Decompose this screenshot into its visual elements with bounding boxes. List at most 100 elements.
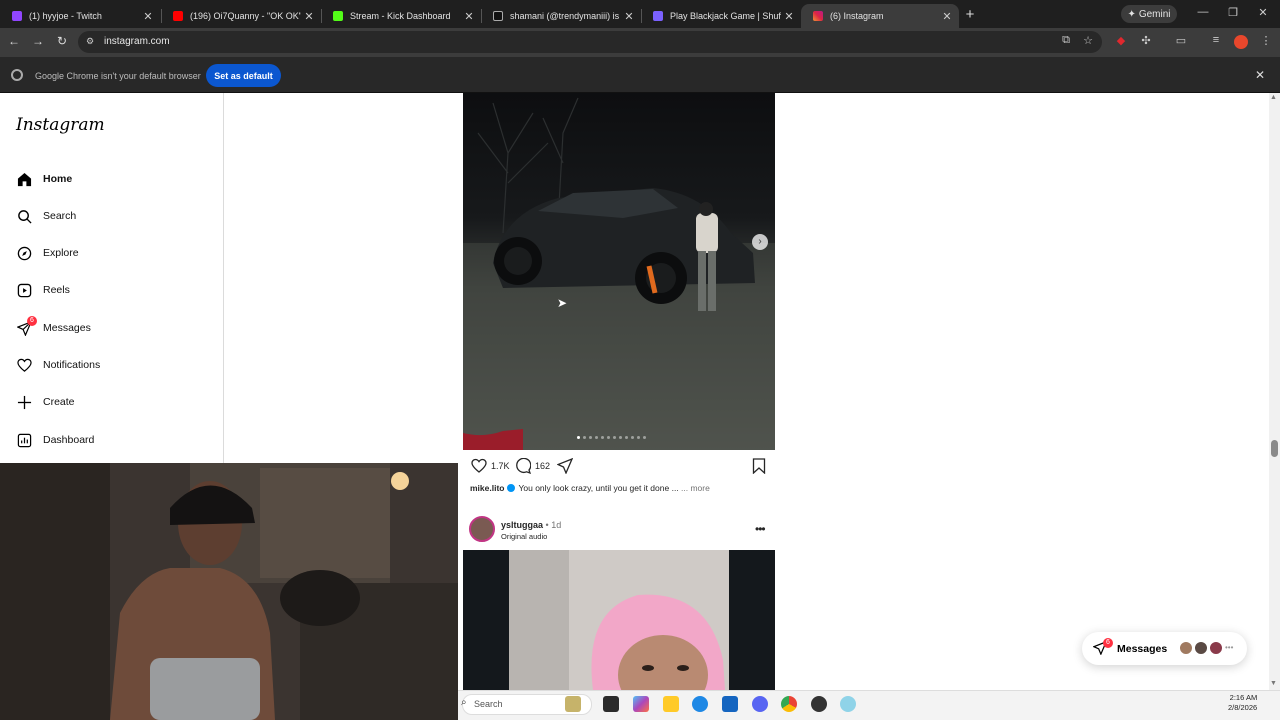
heart-icon [14, 355, 34, 375]
restore-icon[interactable]: ❐ [1226, 6, 1240, 19]
post-image[interactable] [463, 550, 775, 690]
carousel-dot [643, 436, 646, 439]
search-highlight-icon[interactable] [565, 696, 581, 712]
chrome-icon[interactable] [781, 696, 797, 712]
nav-item-search[interactable]: Search [14, 203, 76, 229]
post-image[interactable] [463, 93, 775, 450]
app-icon[interactable] [811, 696, 827, 712]
carousel-next-icon[interactable]: › [752, 234, 768, 250]
new-tab-button[interactable]: + [963, 6, 977, 23]
close-tab-icon[interactable]: ✕ [461, 10, 477, 23]
share-button[interactable] [557, 458, 573, 474]
carousel-dot [589, 436, 592, 439]
set-as-default-button[interactable]: Set as default [206, 64, 281, 87]
bookmark-icon [752, 458, 766, 474]
close-tab-icon[interactable]: ✕ [301, 10, 317, 23]
discord-icon[interactable] [752, 696, 768, 712]
bookmark-star-icon[interactable]: ☆ [1080, 34, 1096, 47]
extension-shield-icon[interactable]: ◆ [1113, 34, 1129, 47]
nav-item-create[interactable]: Create [14, 389, 75, 415]
browser-tab[interactable]: shamani (@trendymaniii) is LIV ✕ [481, 4, 641, 28]
share-icon [557, 458, 573, 474]
dashboard-icon [14, 430, 34, 450]
nav-item-explore[interactable]: Explore [14, 240, 79, 266]
site-info-icon[interactable]: ⚙ [86, 36, 94, 47]
avatar [1194, 641, 1208, 655]
caption-more-link[interactable]: ... more [681, 483, 710, 493]
scroll-up-icon[interactable]: ▲ [1270, 94, 1277, 101]
store-icon[interactable] [722, 696, 738, 712]
extensions-puzzle-icon[interactable]: ✣ [1138, 34, 1154, 47]
browser-tab[interactable]: Stream - Kick Dashboard ✕ [321, 4, 481, 28]
app-icon[interactable] [840, 696, 856, 712]
kick-favicon-icon [333, 11, 343, 21]
carousel-dot [601, 436, 604, 439]
more-options-icon[interactable]: ••• [755, 522, 766, 536]
close-tab-icon[interactable]: ✕ [781, 10, 797, 23]
tiktok-favicon-icon [493, 11, 503, 21]
nav-item-notifications[interactable]: Notifications [14, 352, 100, 378]
back-arrow-icon[interactable]: ← [6, 34, 22, 48]
comment-button[interactable]: 162 [515, 458, 550, 474]
browser-tab[interactable]: (1) hyyjoe - Twitch ✕ [0, 4, 160, 28]
caption-text: You only look crazy, until you get it do… [518, 483, 682, 493]
close-tab-icon[interactable]: ✕ [939, 10, 955, 23]
reels-icon [14, 280, 34, 300]
task-view-icon[interactable] [603, 696, 619, 712]
infobar-close-icon[interactable]: ✕ [1255, 68, 1265, 82]
carousel-dot [631, 436, 634, 439]
nav-item-reels[interactable]: Reels [14, 277, 70, 303]
split-view-icon[interactable]: ▭ [1173, 34, 1189, 47]
nav-item-messages[interactable]: Messages [14, 315, 91, 341]
verified-badge-icon [507, 484, 516, 492]
twitch-favicon-icon [12, 11, 22, 21]
youtube-favicon-icon [173, 11, 183, 21]
post-photo-car-scene [463, 97, 775, 450]
post-caption: mike.lito You only look crazy, until you … [470, 483, 710, 493]
close-window-icon[interactable]: ✕ [1256, 6, 1270, 19]
like-button[interactable]: 1.7K [471, 458, 510, 474]
browser-tab-active[interactable]: (6) Instagram ✕ [801, 4, 959, 28]
caption-username[interactable]: mike.lito [470, 483, 504, 493]
profile-avatar[interactable] [1234, 35, 1248, 49]
taskbar-search-placeholder: Search [474, 699, 503, 709]
media-controls-icon[interactable]: ≡ [1208, 34, 1224, 46]
close-tab-icon[interactable]: ✕ [140, 10, 156, 23]
avatar[interactable] [469, 516, 495, 542]
carousel-dot [625, 436, 628, 439]
post-header: ysltuggaa • 1d [501, 520, 562, 530]
address-bar[interactable] [78, 31, 1102, 53]
minimize-icon[interactable]: — [1196, 6, 1210, 18]
browser-tab[interactable]: Play Blackjack Game | Shuffle.u ✕ [641, 4, 801, 28]
install-app-icon[interactable]: ⧉ [1058, 34, 1074, 47]
menu-kebab-icon[interactable]: ⋮ [1258, 34, 1274, 47]
webcam-overlay [0, 463, 458, 720]
browser-tab[interactable]: (196) Oi7Quanny - "OK OK" (O ✕ [161, 4, 321, 28]
file-explorer-icon[interactable] [663, 696, 679, 712]
page-scrollbar[interactable] [1269, 93, 1280, 690]
nav-item-home[interactable]: Home [14, 166, 72, 192]
webcam-feed-image [0, 463, 458, 720]
post-time: 1d [551, 520, 562, 530]
post-username[interactable]: ysltuggaa [501, 520, 543, 530]
edge-icon[interactable] [692, 696, 708, 712]
scrollbar-thumb[interactable] [1271, 440, 1278, 457]
shuffle-favicon-icon [653, 11, 663, 21]
instagram-logo[interactable]: Instagram [16, 115, 105, 135]
copilot-icon[interactable] [633, 696, 649, 712]
scroll-down-icon[interactable]: ▼ [1270, 680, 1277, 687]
nav-item-dashboard[interactable]: Dashboard [14, 427, 94, 453]
post-audio[interactable]: Original audio [501, 532, 547, 541]
comment-count: 162 [535, 461, 551, 471]
gemini-button[interactable]: ✦ Gemini [1121, 5, 1177, 23]
forward-arrow-icon[interactable]: → [30, 34, 46, 48]
taskbar-clock[interactable]: 2:16 AM 2/8/2026 [1228, 693, 1257, 713]
messages-pill-label: Messages [1117, 643, 1168, 655]
reload-icon[interactable]: ↻ [54, 34, 70, 48]
clock-date: 2/8/2026 [1228, 703, 1258, 712]
close-tab-icon[interactable]: ✕ [621, 10, 637, 23]
avatar [1179, 641, 1193, 655]
save-button[interactable] [752, 458, 766, 474]
carousel-dot [607, 436, 610, 439]
url-text[interactable]: instagram.com [104, 36, 170, 47]
